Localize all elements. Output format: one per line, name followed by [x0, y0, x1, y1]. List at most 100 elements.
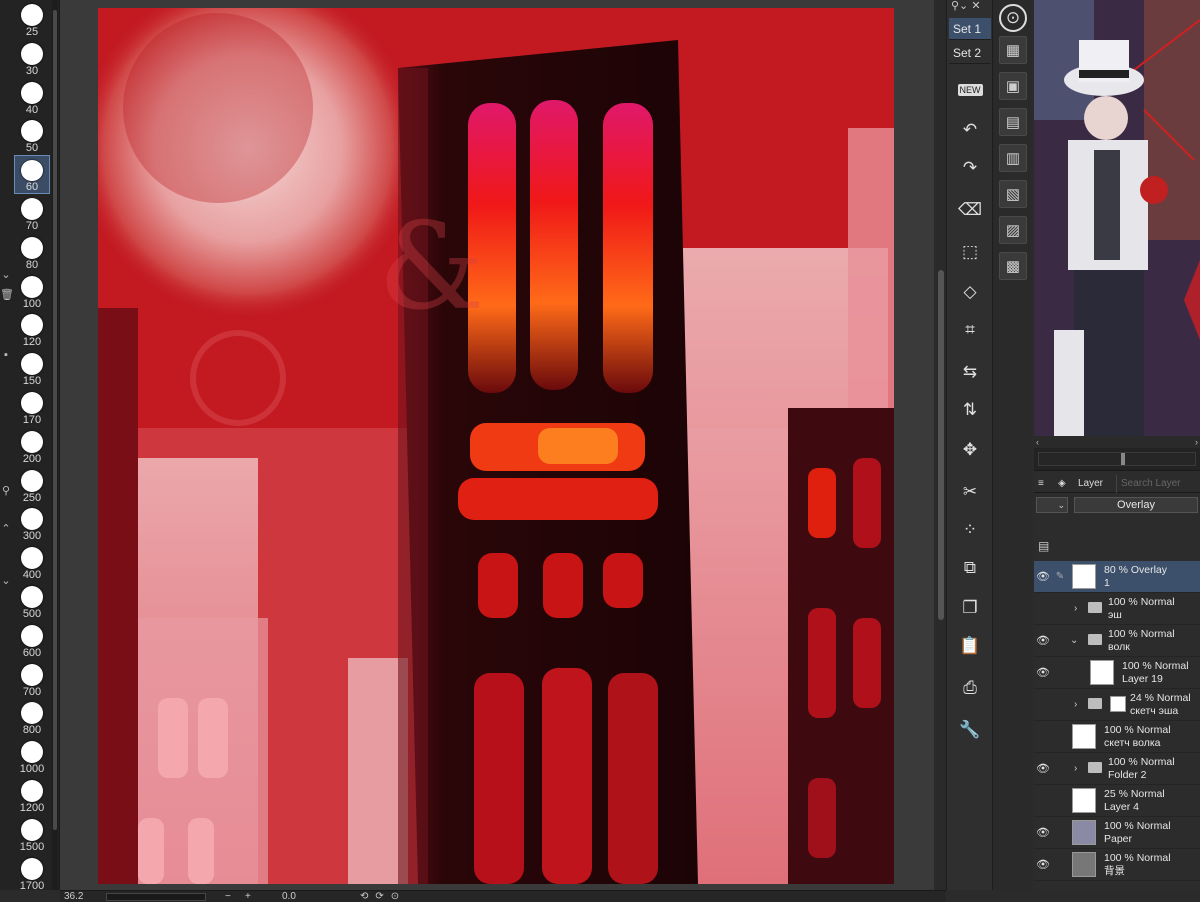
- view-rotate-buttons[interactable]: ⟲⟳⊙: [360, 891, 406, 902]
- brush-size-item[interactable]: 50: [14, 116, 50, 155]
- paste-new-icon[interactable]: 📋: [951, 630, 989, 662]
- eye-icon[interactable]: 👁: [1036, 634, 1050, 648]
- chevron-right-icon[interactable]: ›: [1074, 698, 1077, 712]
- brush-size-item[interactable]: 150: [14, 349, 50, 388]
- layer-row[interactable]: › 24 % Normal скетч эша: [1034, 689, 1200, 721]
- selection-icon[interactable]: ⁘: [951, 514, 989, 546]
- brush-size-item[interactable]: 600: [14, 621, 50, 660]
- tab-set-2[interactable]: Set 2: [949, 42, 991, 64]
- navigator-scrollbar[interactable]: ‹ ›: [1034, 436, 1200, 448]
- chevron-down-icon[interactable]: ⌄: [0, 574, 12, 588]
- scrollbar-thumb[interactable]: [53, 10, 57, 830]
- crop-icon[interactable]: ⬚: [951, 236, 989, 268]
- navigator-zoom-slider[interactable]: [1038, 452, 1196, 466]
- pencil-icon[interactable]: ✎: [1054, 569, 1066, 585]
- lock-slot[interactable]: [1054, 761, 1066, 777]
- layer-row[interactable]: 👁 ⌄ 100 % Normal волк: [1034, 625, 1200, 657]
- transform-icon[interactable]: ◇: [951, 276, 989, 308]
- chevron-right-icon[interactable]: ›: [1074, 602, 1077, 616]
- lock-slot[interactable]: [1054, 601, 1066, 617]
- brush-size-item[interactable]: 30: [14, 39, 50, 78]
- lock-slot[interactable]: [1054, 697, 1066, 713]
- brush-size-item[interactable]: 300: [14, 504, 50, 543]
- material-tone-icon[interactable]: ▥: [999, 144, 1027, 172]
- brush-size-item[interactable]: 1000: [14, 737, 50, 776]
- zoom-out-button[interactable]: −: [225, 891, 231, 902]
- lock-slot[interactable]: [1054, 793, 1066, 809]
- material-brush-icon[interactable]: ▧: [999, 180, 1027, 208]
- menu-icon[interactable]: ≡: [1038, 475, 1044, 493]
- screenshot-icon[interactable]: ⎙: [951, 672, 989, 704]
- brush-size-item[interactable]: 40: [14, 78, 50, 117]
- brush-size-item[interactable]: 70: [14, 194, 50, 233]
- eye-icon[interactable]: 👁: [1036, 826, 1050, 840]
- navigator-icon[interactable]: ⊙: [999, 4, 1027, 32]
- chevron-down-icon[interactable]: ⌄: [1070, 634, 1078, 648]
- eye-icon[interactable]: 👁: [1036, 666, 1050, 680]
- settings-wrench-icon[interactable]: 🔧: [951, 714, 989, 746]
- brush-size-item[interactable]: 60: [14, 155, 50, 194]
- eye-icon[interactable]: [1036, 730, 1050, 744]
- material-folder-icon[interactable]: ▨: [999, 216, 1027, 244]
- cut-icon[interactable]: ✂: [951, 476, 989, 508]
- material-pattern-icon[interactable]: ▤: [999, 108, 1027, 136]
- lock-slot[interactable]: [1054, 825, 1066, 841]
- layer-row[interactable]: › 100 % Normal эш: [1034, 593, 1200, 625]
- paste-icon[interactable]: ❐: [951, 592, 989, 624]
- zoom-slider[interactable]: [106, 893, 206, 901]
- eye-icon[interactable]: [1036, 794, 1050, 808]
- tab-search-layer[interactable]: Search Layer: [1116, 475, 1192, 493]
- zoom-value[interactable]: 36.2: [64, 891, 83, 902]
- brush-size-item[interactable]: 250: [14, 466, 50, 505]
- layer-row[interactable]: 👁 ✎ 80 % Overlay 1: [1034, 561, 1200, 593]
- material-image-icon[interactable]: ▣: [999, 72, 1027, 100]
- layer-row[interactable]: 👁 › 100 % Normal Folder 2: [1034, 753, 1200, 785]
- brush-size-item[interactable]: 170: [14, 388, 50, 427]
- brush-size-item[interactable]: 800: [14, 698, 50, 737]
- brush-size-item[interactable]: 1200: [14, 776, 50, 815]
- lock-slot[interactable]: [1054, 665, 1066, 681]
- eye-icon[interactable]: 👁: [1036, 858, 1050, 872]
- eye-icon[interactable]: 👁: [1036, 762, 1050, 776]
- chevron-right-icon[interactable]: ›: [1195, 436, 1198, 448]
- layer-row[interactable]: 👁 100 % Normal Layer 19: [1034, 657, 1200, 689]
- eye-icon[interactable]: [1036, 698, 1050, 712]
- layer-row[interactable]: 100 % Normal скетч волка: [1034, 721, 1200, 753]
- zoom-search-icon[interactable]: ⚲: [0, 484, 12, 498]
- tab-set-1[interactable]: Set 1: [949, 18, 991, 40]
- brush-size-item[interactable]: 80: [14, 233, 50, 272]
- material-layer-icon[interactable]: ▩: [999, 252, 1027, 280]
- scrollbar-thumb[interactable]: [938, 270, 944, 620]
- quick-access-search-icon[interactable]: ⚲⌄ ✕: [951, 0, 981, 14]
- flip-horizontal-icon[interactable]: ⇆: [951, 356, 989, 388]
- square-icon[interactable]: ▪: [0, 348, 12, 362]
- eye-icon[interactable]: [1036, 602, 1050, 616]
- lock-slot[interactable]: [1054, 633, 1066, 649]
- canvas-area[interactable]: &: [60, 0, 934, 890]
- tab-layer[interactable]: Layer: [1078, 475, 1103, 493]
- undo-icon[interactable]: ↶: [951, 114, 989, 146]
- mesh-transform-icon[interactable]: ⌗: [951, 314, 989, 346]
- canvas[interactable]: &: [98, 8, 894, 884]
- zoom-in-button[interactable]: +: [245, 891, 251, 902]
- redo-icon[interactable]: ↷: [951, 152, 989, 184]
- brush-size-item[interactable]: 400: [14, 543, 50, 582]
- lock-slot[interactable]: [1054, 857, 1066, 873]
- brush-size-item[interactable]: 120: [14, 310, 50, 349]
- brush-size-item[interactable]: 100: [14, 272, 50, 311]
- layer-row[interactable]: 👁 100 % Normal 背景: [1034, 849, 1200, 881]
- chevron-left-icon[interactable]: ‹: [1036, 436, 1039, 448]
- chevron-right-icon[interactable]: ›: [1074, 762, 1077, 776]
- brush-size-item[interactable]: 1500: [14, 815, 50, 854]
- eye-icon[interactable]: 👁: [1036, 570, 1050, 584]
- chevron-up-icon[interactable]: ⌃: [0, 522, 12, 536]
- brush-size-item[interactable]: 700: [14, 660, 50, 699]
- layer-color-select[interactable]: ⌄: [1036, 497, 1068, 513]
- canvas-vertical-scrollbar[interactable]: [936, 0, 946, 890]
- trash-icon[interactable]: 🗑: [0, 288, 14, 302]
- move-icon[interactable]: ✥: [951, 434, 989, 466]
- slider-thumb[interactable]: [1121, 453, 1125, 465]
- brush-size-item[interactable]: 25: [14, 0, 50, 39]
- clear-icon[interactable]: ⌫: [951, 194, 989, 226]
- flip-vertical-icon[interactable]: ⇅: [951, 394, 989, 426]
